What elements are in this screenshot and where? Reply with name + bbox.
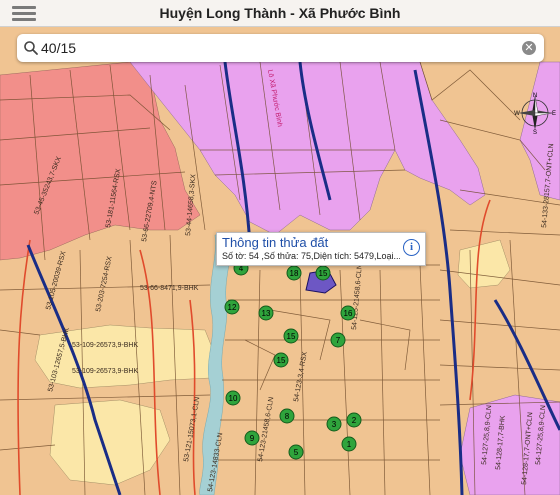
app-header: Huyện Long Thành - Xã Phước Bình — [0, 0, 560, 27]
svg-text:16: 16 — [344, 309, 353, 318]
compass-n-label: N — [533, 93, 537, 99]
svg-text:15: 15 — [277, 356, 286, 365]
parcel-marker[interactable]: 16 — [340, 305, 356, 321]
svg-text:5: 5 — [294, 448, 299, 457]
svg-text:15: 15 — [319, 269, 328, 278]
popup-title: Thông tin thửa đất — [222, 235, 329, 250]
parcel-marker[interactable]: 15 — [315, 265, 331, 281]
parcel-marker[interactable]: 5 — [288, 444, 304, 460]
parcel-marker[interactable]: 9 — [244, 430, 260, 446]
parcel-marker[interactable]: 18 — [286, 265, 302, 281]
parcel-marker[interactable]: 15 — [283, 328, 299, 344]
parcel-info-popup[interactable]: Thông tin thửa đất Số tờ: 54 ,Số thửa: 7… — [216, 232, 426, 266]
parcel-marker[interactable]: 10 — [225, 390, 241, 406]
parcel-marker[interactable]: 2 — [346, 412, 362, 428]
compass-e-label: E — [552, 111, 556, 117]
road-label: 53-66-8471,9-BHK — [140, 285, 199, 292]
svg-text:8: 8 — [285, 412, 290, 421]
parcel-marker[interactable]: 8 — [279, 408, 295, 424]
parcel-marker[interactable]: 12 — [224, 299, 240, 315]
svg-text:1: 1 — [347, 440, 352, 449]
parcel-marker[interactable]: 3 — [326, 416, 342, 432]
compass-rose-icon: N E S W — [514, 93, 556, 134]
svg-text:12: 12 — [228, 303, 237, 312]
search-icon — [24, 41, 38, 55]
svg-text:9: 9 — [250, 434, 255, 443]
page-title: Huyện Long Thành - Xã Phước Bình — [159, 5, 401, 21]
clear-search-icon[interactable]: ✕ — [522, 41, 536, 55]
svg-text:13: 13 — [262, 309, 271, 318]
compass-s-label: S — [533, 130, 537, 134]
compass-w-label: W — [514, 111, 520, 117]
svg-text:10: 10 — [229, 394, 238, 403]
parcel-marker[interactable]: 15 — [273, 352, 289, 368]
svg-text:3: 3 — [332, 420, 337, 429]
svg-text:18: 18 — [290, 269, 299, 278]
road-label: 53-109-26573,9-BHK — [72, 342, 138, 349]
info-icon[interactable]: i — [403, 239, 420, 256]
svg-text:15: 15 — [287, 332, 296, 341]
search-input[interactable] — [41, 38, 511, 58]
parcel-marker[interactable]: 13 — [258, 305, 274, 321]
svg-text:7: 7 — [336, 336, 341, 345]
search-bar: ✕ — [17, 34, 544, 62]
parcel-marker[interactable]: 1 — [341, 436, 357, 452]
svg-text:2: 2 — [352, 416, 357, 425]
popup-detail: Số tờ: 54 ,Số thửa: 75,Diện tích: 5479,L… — [222, 251, 400, 261]
road-label: 53-109-26573,9-BHK — [72, 368, 138, 375]
parcel-marker[interactable]: 7 — [330, 332, 346, 348]
